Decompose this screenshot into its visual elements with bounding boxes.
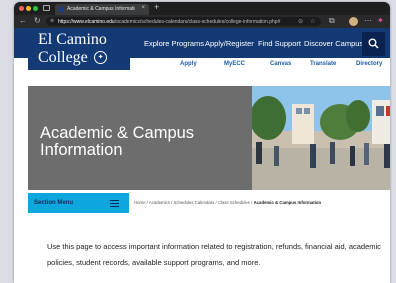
assistant-icon[interactable]: ✦ — [377, 16, 384, 25]
breadcrumb-schedules-calendars[interactable]: Schedules Calendars — [173, 200, 214, 205]
browser-window: Academic & Campus Information × + ← ↻ ⊜ … — [14, 2, 390, 283]
back-icon[interactable]: ← — [19, 16, 27, 25]
section-menu-button[interactable]: Section Menu — [28, 193, 129, 213]
page-title: Academic & Campus Information — [40, 124, 195, 159]
tab-bar: Academic & Campus Information × + — [14, 2, 390, 15]
util-apply[interactable]: Apply — [180, 61, 197, 67]
breadcrumb-current: Academic & Campus Information — [253, 200, 322, 205]
maximize-window-button[interactable] — [33, 6, 38, 11]
util-canvas[interactable]: Canvas — [270, 61, 291, 67]
minimize-window-button[interactable] — [26, 6, 31, 11]
tab-title: Academic & Campus Information — [67, 6, 135, 12]
url-path: /academics/schedules-calendars/class-sch… — [114, 18, 281, 25]
seal-icon: ✦ — [94, 51, 107, 64]
logo-line2: College — [38, 49, 88, 66]
breadcrumb-sep: / — [215, 200, 217, 205]
search-button[interactable] — [362, 32, 385, 56]
address-bar[interactable]: ⊜ https://www.elcamino.edu/academics/sch… — [46, 17, 321, 26]
breadcrumb-academics[interactable]: Academics — [149, 200, 170, 205]
util-myecc[interactable]: MyECC — [224, 61, 245, 67]
breadcrumb-sep: / — [146, 200, 148, 205]
toolbar: ← ↻ ⊜ https://www.elcamino.edu/academics… — [14, 15, 390, 28]
new-tab-button[interactable]: + — [154, 2, 159, 12]
extensions-icon[interactable]: ⧉ — [329, 16, 335, 26]
breadcrumb-class-schedules[interactable]: Class Schedules — [218, 200, 250, 205]
campus-photo — [252, 86, 390, 190]
nav-explore-programs[interactable]: Explore Programs — [144, 39, 204, 48]
url-domain: https://www.elcamino.edu — [58, 18, 115, 25]
breadcrumb-sep: / — [251, 200, 253, 205]
install-icon[interactable]: ⊖ — [298, 18, 303, 25]
college-logo[interactable]: El Camino College ✦ — [28, 29, 130, 70]
url-text: https://www.elcamino.edu/academics/sched… — [58, 19, 280, 25]
site-info-icon[interactable]: ⊜ — [50, 18, 54, 24]
logo-line1: El Camino — [38, 31, 107, 48]
browser-tab[interactable]: Academic & Campus Information × — [55, 4, 149, 15]
hamburger-icon — [110, 200, 119, 209]
breadcrumb: Home / Academics / Schedules Calendars /… — [134, 200, 321, 205]
reload-icon[interactable]: ↻ — [34, 16, 41, 25]
tab-close-icon[interactable]: × — [141, 5, 145, 11]
profile-avatar[interactable] — [349, 17, 358, 26]
breadcrumb-home[interactable]: Home — [134, 200, 145, 205]
site-favicon-icon — [59, 7, 64, 12]
nav-discover-campus[interactable]: Discover Campus — [304, 39, 363, 48]
util-translate[interactable]: Translate — [310, 61, 336, 67]
menu-dots-icon[interactable]: ⋯ — [364, 16, 372, 25]
search-icon — [368, 38, 379, 49]
section-menu-label: Section Menu — [34, 200, 74, 206]
nav-apply-register[interactable]: Apply/Register — [205, 39, 254, 48]
util-directory[interactable]: Directory — [356, 61, 382, 67]
close-window-button[interactable] — [19, 6, 24, 11]
sidebar-toggle-icon[interactable] — [43, 5, 50, 11]
bookmark-star-icon[interactable]: ☆ — [310, 18, 315, 25]
nav-find-support[interactable]: Find Support — [258, 39, 301, 48]
intro-paragraph: Use this page to access important inform… — [47, 242, 381, 267]
